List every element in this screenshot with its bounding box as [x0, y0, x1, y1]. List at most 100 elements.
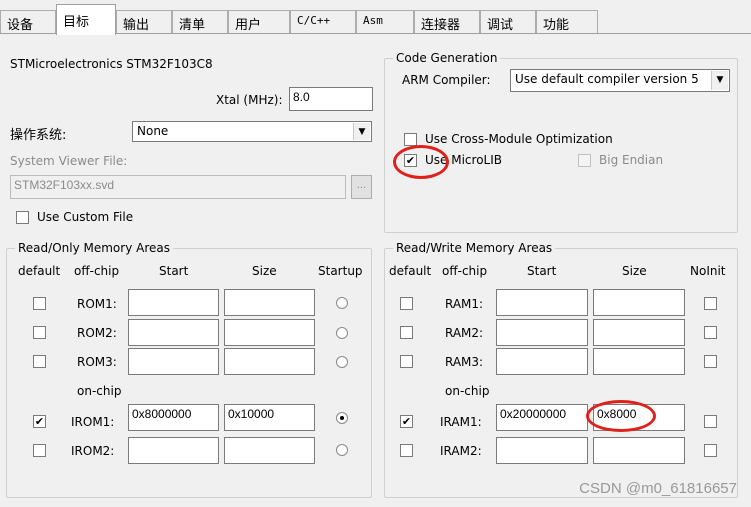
os-select-value: None [137, 124, 169, 138]
os-label: 操作系统: [10, 128, 67, 143]
rom3-start-input[interactable] [128, 348, 219, 375]
irom2-default-checkbox[interactable] [33, 444, 46, 457]
irom1-startup-radio[interactable] [336, 412, 348, 424]
ram1-size-input[interactable] [593, 289, 685, 316]
watermark: CSDN @m0_61816657 [579, 480, 737, 497]
rom1-default-checkbox[interactable] [33, 297, 46, 310]
xtal-label: Xtal (MHz): [216, 93, 283, 107]
sv-file-label: System Viewer File: [10, 154, 128, 168]
ram1-start-input[interactable] [496, 289, 588, 316]
rom3-label: ROM3: [77, 355, 117, 369]
big-endian-label: Big Endian [599, 153, 664, 167]
tab-c-cpp[interactable]: C/C++ [290, 10, 356, 34]
check-icon: ✔ [34, 415, 45, 428]
ram1-label: RAM1: [445, 297, 484, 311]
rom2-startup-radio[interactable] [336, 327, 348, 339]
rw-header-noinit: NoInit [690, 264, 726, 278]
arm-compiler-label: ARM Compiler: [402, 73, 491, 87]
chevron-down-icon[interactable]: ▼ [711, 71, 728, 90]
ram2-start-input[interactable] [496, 319, 588, 346]
rom2-size-input[interactable] [224, 319, 315, 346]
ram2-label: RAM2: [445, 326, 484, 340]
chevron-down-icon[interactable]: ▼ [353, 123, 370, 140]
tab-device[interactable]: 设备 [0, 10, 56, 34]
use-custom-file-label: Use Custom File [37, 210, 134, 224]
iram1-size-input[interactable]: 0x8000 [593, 404, 685, 431]
ro-header-default: default [18, 264, 61, 278]
rom3-default-checkbox[interactable] [33, 355, 46, 368]
tab-user[interactable]: 用户 [228, 10, 290, 34]
tab-strip: 设备 目标 输出 清单 用户 C/C++ Asm 连接器 调试 功能 [0, 0, 751, 35]
readonly-memory-legend: Read/Only Memory Areas [15, 241, 173, 255]
irom2-start-input[interactable] [128, 437, 219, 464]
rom2-start-input[interactable] [128, 319, 219, 346]
irom2-startup-radio[interactable] [336, 444, 348, 456]
rw-header-start: Start [527, 264, 557, 278]
ro-on-chip-label: on-chip [77, 384, 122, 398]
rw-header-offchip: off-chip [442, 264, 488, 278]
cross-module-label: Use Cross-Module Optimization [425, 132, 613, 146]
ram1-noinit-checkbox[interactable] [704, 297, 717, 310]
iram1-noinit-checkbox[interactable] [704, 415, 717, 428]
iram2-label: IRAM2: [440, 444, 482, 458]
irom1-default-checkbox[interactable]: ✔ [33, 415, 46, 428]
iram1-label: IRAM1: [440, 415, 482, 429]
iram2-default-checkbox[interactable] [400, 444, 413, 457]
readwrite-memory-legend: Read/Write Memory Areas [393, 241, 556, 255]
tab-asm[interactable]: Asm [356, 10, 414, 34]
ram3-start-input[interactable] [496, 348, 588, 375]
ram1-default-checkbox[interactable] [400, 297, 413, 310]
tab-debug[interactable]: 调试 [480, 10, 536, 34]
iram2-start-input[interactable] [496, 437, 588, 464]
ro-header-start: Start [159, 264, 189, 278]
rom1-start-input[interactable] [128, 289, 219, 316]
rw-on-chip-label: on-chip [445, 384, 490, 398]
os-select[interactable]: None ▼ [132, 121, 372, 142]
sv-file-input[interactable]: STM32F103xx.svd [10, 175, 346, 199]
ram3-default-checkbox[interactable] [400, 355, 413, 368]
target-options-page: STMicroelectronics STM32F103C8 Xtal (MHz… [0, 33, 751, 507]
tab-utilities[interactable]: 功能 [536, 10, 598, 34]
check-icon: ✔ [401, 415, 412, 428]
irom2-size-input[interactable] [224, 437, 315, 464]
arm-compiler-value: Use default compiler version 5 [515, 72, 699, 86]
tab-target[interactable]: 目标 [56, 4, 116, 35]
ram2-size-input[interactable] [593, 319, 685, 346]
irom2-label: IROM2: [71, 444, 115, 458]
ro-header-offchip: off-chip [74, 264, 120, 278]
rw-header-default: default [389, 264, 432, 278]
microlib-checkbox[interactable]: ✔ [404, 154, 417, 167]
rw-header-size: Size [622, 264, 647, 278]
ram2-default-checkbox[interactable] [400, 326, 413, 339]
ram3-size-input[interactable] [593, 348, 685, 375]
cross-module-checkbox[interactable] [404, 133, 417, 146]
tab-output[interactable]: 输出 [116, 10, 172, 34]
irom1-size-input[interactable]: 0x10000 [224, 404, 315, 431]
ram3-label: RAM3: [445, 355, 484, 369]
iram2-size-input[interactable] [593, 437, 685, 464]
rom2-label: ROM2: [77, 326, 117, 340]
ram2-noinit-checkbox[interactable] [704, 326, 717, 339]
rom2-default-checkbox[interactable] [33, 326, 46, 339]
rom3-startup-radio[interactable] [336, 356, 348, 368]
rom1-size-input[interactable] [224, 289, 315, 316]
code-generation-legend: Code Generation [393, 51, 501, 65]
arm-compiler-select[interactable]: Use default compiler version 5 ▼ [510, 69, 730, 92]
xtal-input[interactable]: 8.0 [289, 87, 373, 111]
iram1-default-checkbox[interactable]: ✔ [400, 415, 413, 428]
tab-linker[interactable]: 连接器 [414, 10, 480, 34]
use-custom-file-checkbox[interactable] [16, 211, 29, 224]
iram2-noinit-checkbox[interactable] [704, 444, 717, 457]
device-name: STMicroelectronics STM32F103C8 [10, 57, 213, 71]
rom1-startup-radio[interactable] [336, 297, 348, 309]
microlib-label: Use MicroLIB [425, 153, 502, 167]
sv-file-browse-button[interactable]: ... [351, 175, 372, 199]
irom1-label: IROM1: [71, 415, 115, 429]
big-endian-checkbox[interactable] [578, 154, 591, 167]
tab-listing[interactable]: 清单 [172, 10, 228, 34]
iram1-start-input[interactable]: 0x20000000 [496, 404, 588, 431]
rom3-size-input[interactable] [224, 348, 315, 375]
irom1-start-input[interactable]: 0x8000000 [128, 404, 219, 431]
ro-header-startup: Startup [318, 264, 363, 278]
ram3-noinit-checkbox[interactable] [704, 355, 717, 368]
